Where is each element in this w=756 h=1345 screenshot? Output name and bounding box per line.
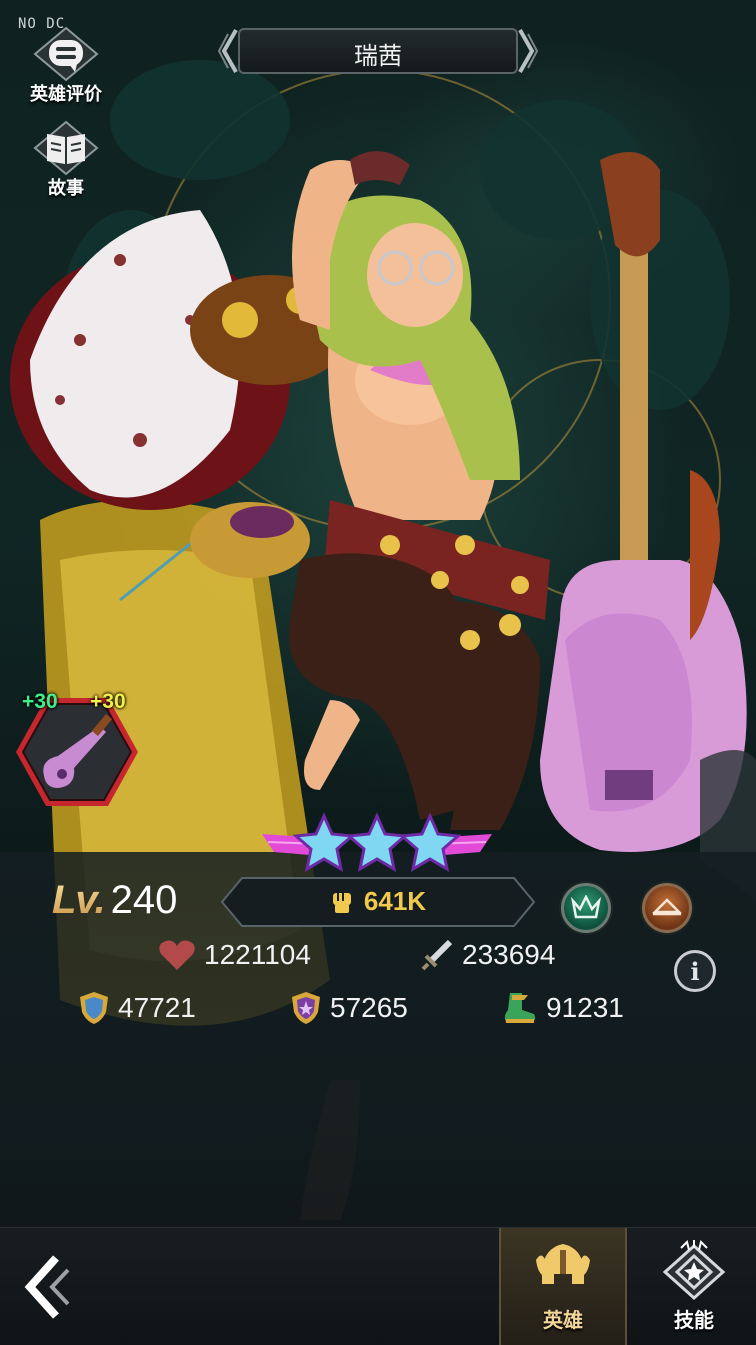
star-icon xyxy=(345,812,409,872)
defense-value: 47721 xyxy=(118,992,196,1023)
double-chevron-right-icon xyxy=(518,29,539,73)
back-arrow-icon xyxy=(24,1255,70,1319)
ascension-button[interactable] xyxy=(561,883,611,933)
hat-icon xyxy=(651,898,683,916)
combat-power-bar: 641K xyxy=(220,876,536,928)
tab-hero-label: 英雄 xyxy=(543,1308,583,1332)
chat-bubble-icon xyxy=(33,26,99,82)
stat-attack: 233694 xyxy=(420,938,555,972)
hero-name: 瑞茜 xyxy=(354,42,402,70)
star-icon xyxy=(398,812,462,872)
costume-button[interactable] xyxy=(642,883,692,933)
equipment-slot[interactable]: +30 +30 xyxy=(14,690,140,808)
stat-speed: 91231 xyxy=(500,990,624,1026)
magic-shield-icon xyxy=(292,992,320,1024)
fist-icon xyxy=(332,892,351,913)
hero-review-label: 英雄评价 xyxy=(30,84,102,105)
crown-icon xyxy=(571,895,601,919)
stat-magic-defense: 57265 xyxy=(290,990,408,1026)
book-icon xyxy=(33,120,99,176)
story-button[interactable]: 故事 xyxy=(26,120,106,200)
sword-icon xyxy=(421,939,453,971)
combat-power-value: 641K xyxy=(363,886,427,916)
level-prefix: Lv. xyxy=(52,878,106,922)
info-icon: i xyxy=(690,957,700,986)
speed-value: 91231 xyxy=(546,992,624,1023)
next-hero-button[interactable] xyxy=(514,26,540,76)
helmet-icon xyxy=(536,1244,590,1284)
story-label: 故事 xyxy=(48,178,84,199)
hero-review-button[interactable]: 英雄评价 xyxy=(26,26,106,106)
tab-skills[interactable]: 技能 xyxy=(630,1228,756,1345)
level-value: 240 xyxy=(110,878,178,922)
tab-skills-label: 技能 xyxy=(674,1308,714,1332)
stat-defense: 47721 xyxy=(78,990,196,1026)
attack-value: 233694 xyxy=(462,939,556,970)
stat-hp: 1221104 xyxy=(158,938,311,972)
hero-level: Lv. 240 xyxy=(52,878,177,923)
hero-name-header: 瑞茜 xyxy=(216,26,540,76)
hp-value: 1221104 xyxy=(204,939,311,970)
equipment-bonus-left: +30 xyxy=(22,690,58,713)
magic-defense-value: 57265 xyxy=(330,992,408,1023)
equipment-bonus-right: +30 xyxy=(90,690,126,713)
back-button[interactable] xyxy=(18,1252,76,1322)
boot-icon xyxy=(504,993,536,1023)
tab-hero[interactable]: 英雄 xyxy=(499,1228,627,1345)
heart-icon xyxy=(159,940,195,970)
star-icon xyxy=(292,812,356,872)
skill-emblem-icon xyxy=(662,1240,726,1301)
shield-icon xyxy=(80,992,108,1024)
stats-info-button[interactable]: i xyxy=(674,950,716,992)
star-rating xyxy=(262,812,492,874)
